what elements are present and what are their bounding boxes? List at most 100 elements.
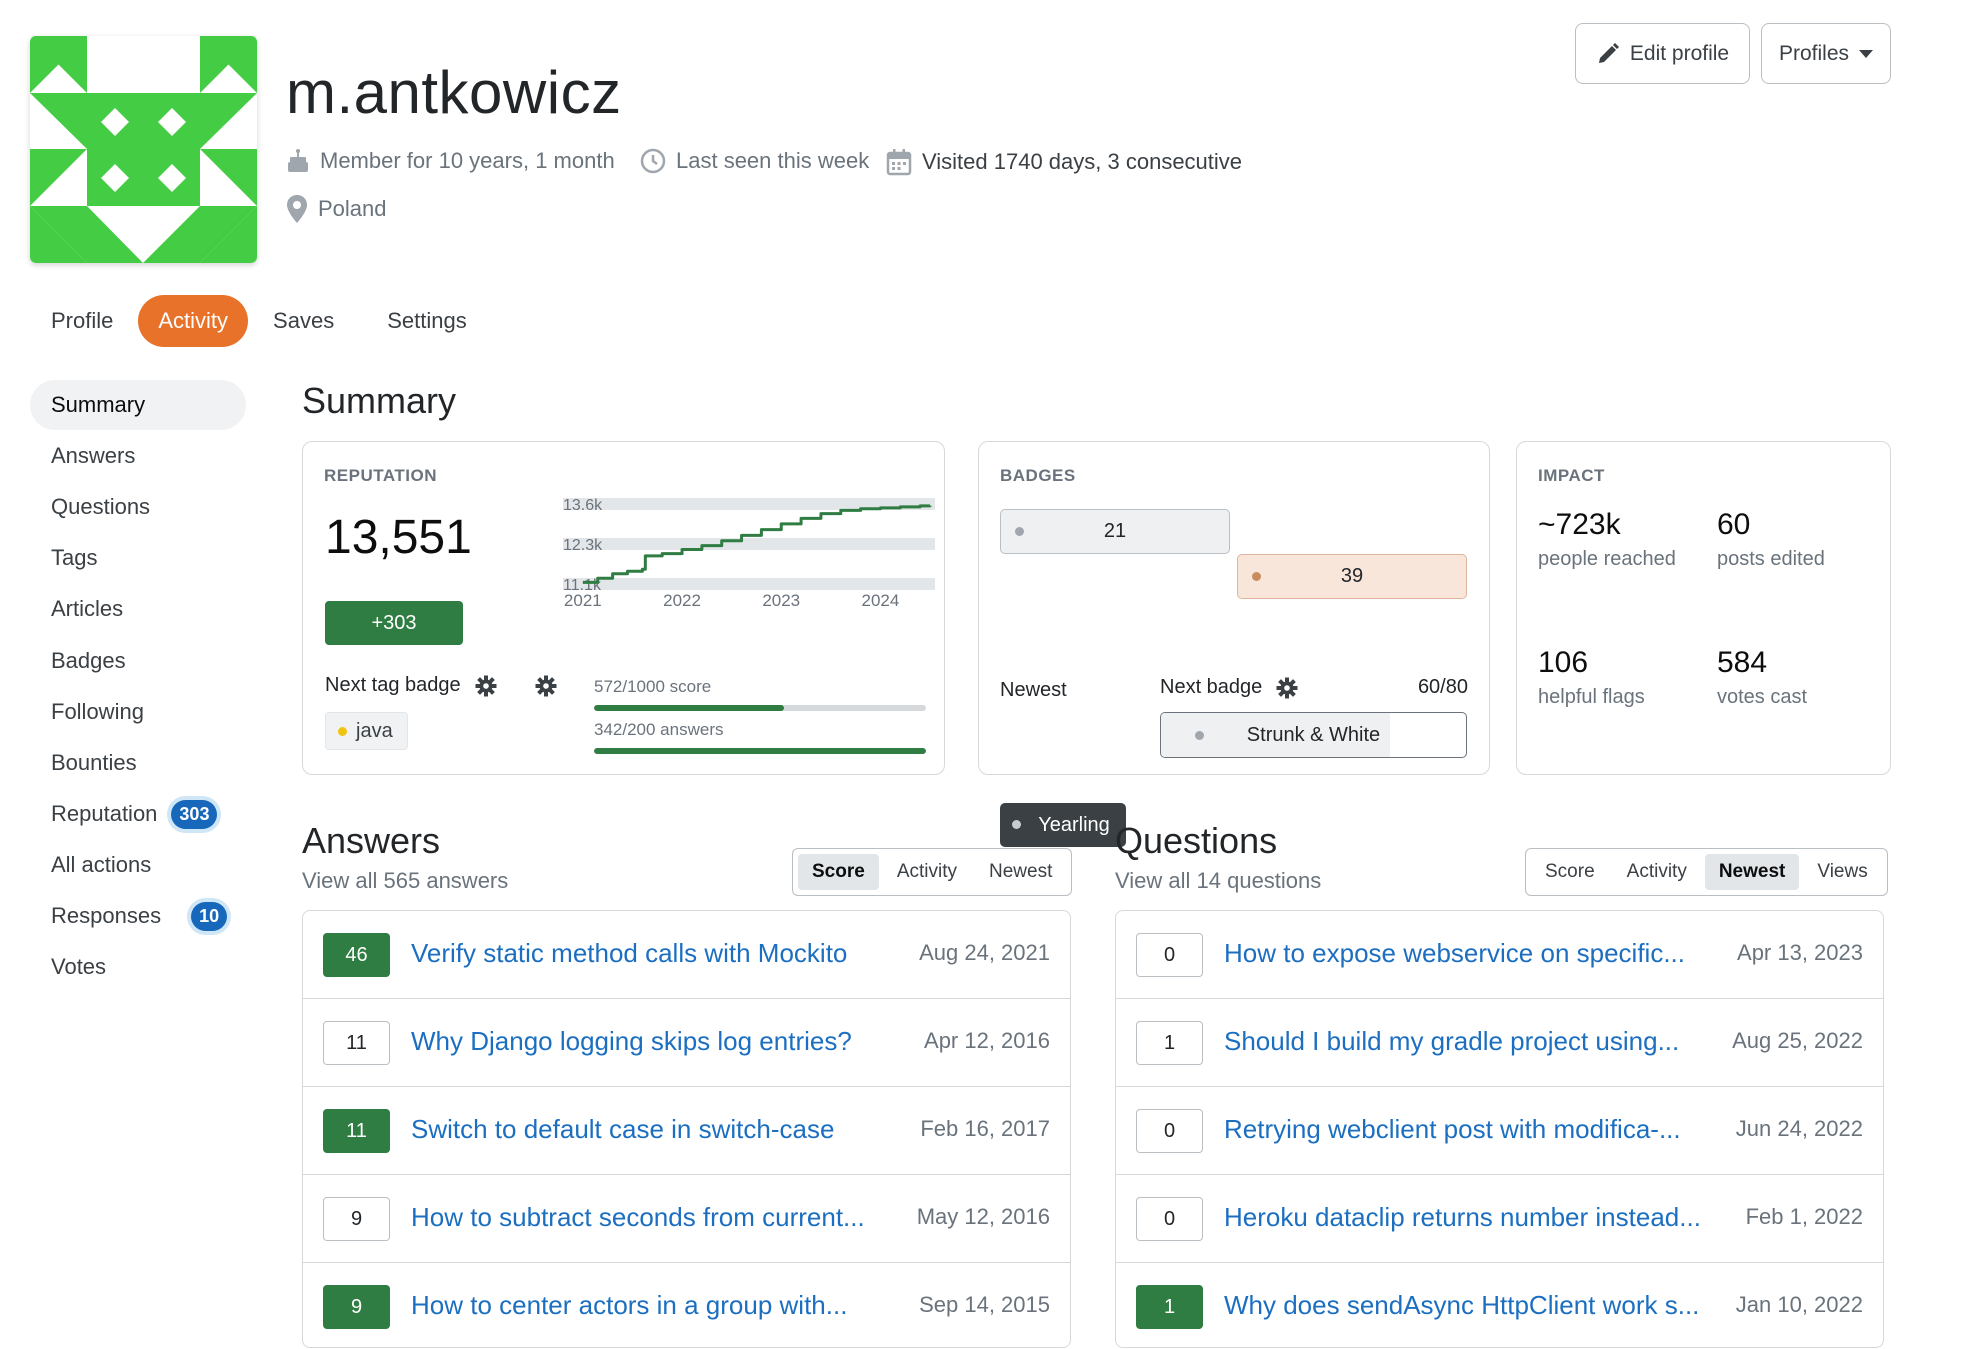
sidebar-item-badges[interactable]: Badges — [30, 636, 246, 686]
questions-list: 0 How to expose webservice on specific..… — [1115, 910, 1884, 1348]
sidebar-item-label: Reputation — [51, 801, 158, 826]
question-title-link[interactable]: Why does sendAsync HttpClient work s... — [1224, 1290, 1699, 1321]
chart-y-tick-label: 12.3k — [563, 537, 603, 554]
calendar-icon — [886, 148, 912, 176]
tab-saves[interactable]: Saves — [253, 295, 354, 347]
answer-title-link[interactable]: Why Django logging skips log entries? — [411, 1026, 852, 1057]
member-for: Member for 10 years, 1 month — [286, 148, 615, 174]
edit-profile-button[interactable]: Edit profile — [1575, 23, 1750, 84]
sidebar-item-questions[interactable]: Questions — [30, 482, 246, 532]
list-item: 0 Heroku dataclip returns number instead… — [1116, 1175, 1883, 1263]
sidebar-item-label: Articles — [51, 596, 124, 621]
questions-sort-score[interactable]: Score — [1531, 854, 1609, 890]
answers-title: Answers — [302, 820, 441, 861]
chart-gridband — [563, 578, 935, 590]
question-title-link[interactable]: How to expose webservice on specific... — [1224, 938, 1685, 969]
reputation-chart[interactable]: 11.1k12.3k13.6k2021 2022 2023 2024 — [563, 496, 935, 616]
next-badge-strunk-white[interactable]: Strunk & White — [1160, 712, 1467, 758]
summary-title: Summary — [302, 380, 457, 421]
answer-date: Aug 24, 2021 — [919, 940, 1050, 965]
answers-sort-score[interactable]: Score — [798, 854, 879, 890]
sidebar-item-tags[interactable]: Tags — [30, 533, 246, 583]
avatar[interactable] — [30, 36, 257, 263]
progress-score-label: 572/1000 score — [594, 677, 712, 696]
sidebar-item-reputation[interactable]: Reputation 303 — [30, 789, 246, 839]
reputation-value: 13,551 — [325, 511, 472, 564]
list-item: 9 How to subtract seconds from current..… — [303, 1175, 1070, 1263]
impact-helpful-flags-label: helpful flags — [1538, 686, 1645, 708]
questions-sort-views[interactable]: Views — [1803, 854, 1881, 890]
username: m.antkowicz — [286, 59, 622, 126]
tag-java[interactable]: java — [325, 712, 408, 750]
tag-name: java — [356, 719, 393, 742]
newest-badge-yearling[interactable]: Yearling — [1000, 803, 1126, 847]
silver-badges-count[interactable]: 21 — [1000, 509, 1230, 554]
question-date: Jun 24, 2022 — [1735, 1116, 1863, 1141]
tab-profile[interactable]: Profile — [31, 295, 133, 347]
impact-card: IMPACT ~723k people reached 60 posts edi… — [1516, 441, 1891, 775]
question-title-link[interactable]: Retrying webclient post with modifica-..… — [1224, 1114, 1681, 1145]
impact-people-reached-label: people reached — [1538, 548, 1676, 570]
answer-score: 9 — [323, 1285, 390, 1329]
next-tag-badge: Next tag badge — [325, 674, 557, 697]
question-title-link[interactable]: Heroku dataclip returns number instead..… — [1224, 1202, 1701, 1233]
bronze-badges-count[interactable]: 39 — [1237, 554, 1467, 599]
answer-score: 11 — [323, 1109, 390, 1153]
sidebar-item-label: Badges — [51, 648, 126, 673]
impact-people-reached-value: ~723k — [1538, 508, 1621, 541]
answer-score: 9 — [323, 1197, 390, 1241]
gear-icon[interactable] — [535, 675, 557, 697]
sidebar-item-label: Following — [51, 699, 144, 724]
sidebar-item-responses[interactable]: Responses 10 — [30, 891, 246, 941]
silver-count-text: 21 — [1103, 520, 1127, 542]
questions-sort-newest[interactable]: Newest — [1704, 854, 1800, 890]
tab-activity[interactable]: Activity — [138, 295, 249, 347]
chart-x-tick-label: 2024 — [862, 591, 900, 610]
sidebar-item-label: Answers — [51, 443, 136, 468]
view-all-answers-link[interactable]: View all 565 answers — [302, 868, 508, 894]
question-title-link[interactable]: Should I build my gradle project using..… — [1224, 1026, 1679, 1057]
answer-score: 11 — [323, 1021, 390, 1065]
answers-sort-activity[interactable]: Activity — [883, 854, 971, 890]
profiles-dropdown-button[interactable]: Profiles — [1761, 23, 1891, 84]
answers-sort-control: Score Activity Newest — [792, 848, 1073, 896]
sidebar-item-summary[interactable]: Summary — [30, 380, 246, 430]
impact-label: IMPACT — [1538, 466, 1605, 485]
sidebar-item-all-actions[interactable]: All actions — [30, 840, 246, 890]
progress-score-bar — [594, 705, 926, 711]
reputation-change-badge[interactable]: +303 — [325, 601, 463, 645]
sidebar-item-answers[interactable]: Answers — [30, 431, 246, 481]
impact-votes-cast-label: votes cast — [1717, 686, 1808, 708]
sidebar-item-label: All actions — [51, 852, 152, 877]
answers-sort-newest[interactable]: Newest — [975, 854, 1066, 890]
list-item: 11 Why Django logging skips log entries?… — [303, 999, 1070, 1087]
view-all-questions-link[interactable]: View all 14 questions — [1115, 868, 1321, 894]
answer-date: Apr 12, 2016 — [924, 1028, 1050, 1053]
answer-title-link[interactable]: Switch to default case in switch-case — [411, 1114, 834, 1145]
next-badge-header: Next badge — [1160, 676, 1298, 699]
answers-list: 46 Verify static method calls with Mocki… — [302, 910, 1071, 1348]
reputation-card: REPUTATION 13,551 +303 11.1k 12.3k 13.6k 20… — [302, 441, 945, 775]
questions-sort-activity[interactable]: Activity — [1613, 854, 1701, 890]
sidebar-item-votes[interactable]: Votes — [30, 942, 246, 992]
question-date: Apr 13, 2023 — [1737, 940, 1863, 965]
answer-title-link[interactable]: How to center actors in a group with... — [411, 1290, 847, 1321]
gear-icon[interactable] — [1276, 677, 1298, 699]
sidebar-item-label: Tags — [51, 545, 98, 570]
member-for-text: Member for 10 years, 1 month — [320, 148, 615, 173]
tab-settings[interactable]: Settings — [367, 295, 487, 347]
answer-date: May 12, 2016 — [916, 1204, 1050, 1229]
sidebar-item-following[interactable]: Following — [30, 687, 246, 737]
bronze-dot — [1252, 572, 1261, 581]
location-text: Poland — [318, 196, 387, 221]
list-item: 0 Retrying webclient post with modifica-… — [1116, 1087, 1883, 1175]
impact-posts-edited-label: posts edited — [1717, 548, 1825, 570]
next-badge-progress: 60/80 — [1417, 676, 1468, 698]
answer-title-link[interactable]: Verify static method calls with Mockito — [411, 938, 847, 969]
progress-answers-fill — [594, 748, 926, 754]
answer-title-link[interactable]: How to subtract seconds from current... — [411, 1202, 865, 1233]
list-item: 1 Why does sendAsync HttpClient work s..… — [1116, 1263, 1883, 1347]
sidebar-item-articles[interactable]: Articles — [30, 584, 246, 634]
sidebar-item-bounties[interactable]: Bounties — [30, 738, 246, 788]
gear-icon[interactable] — [475, 675, 497, 697]
